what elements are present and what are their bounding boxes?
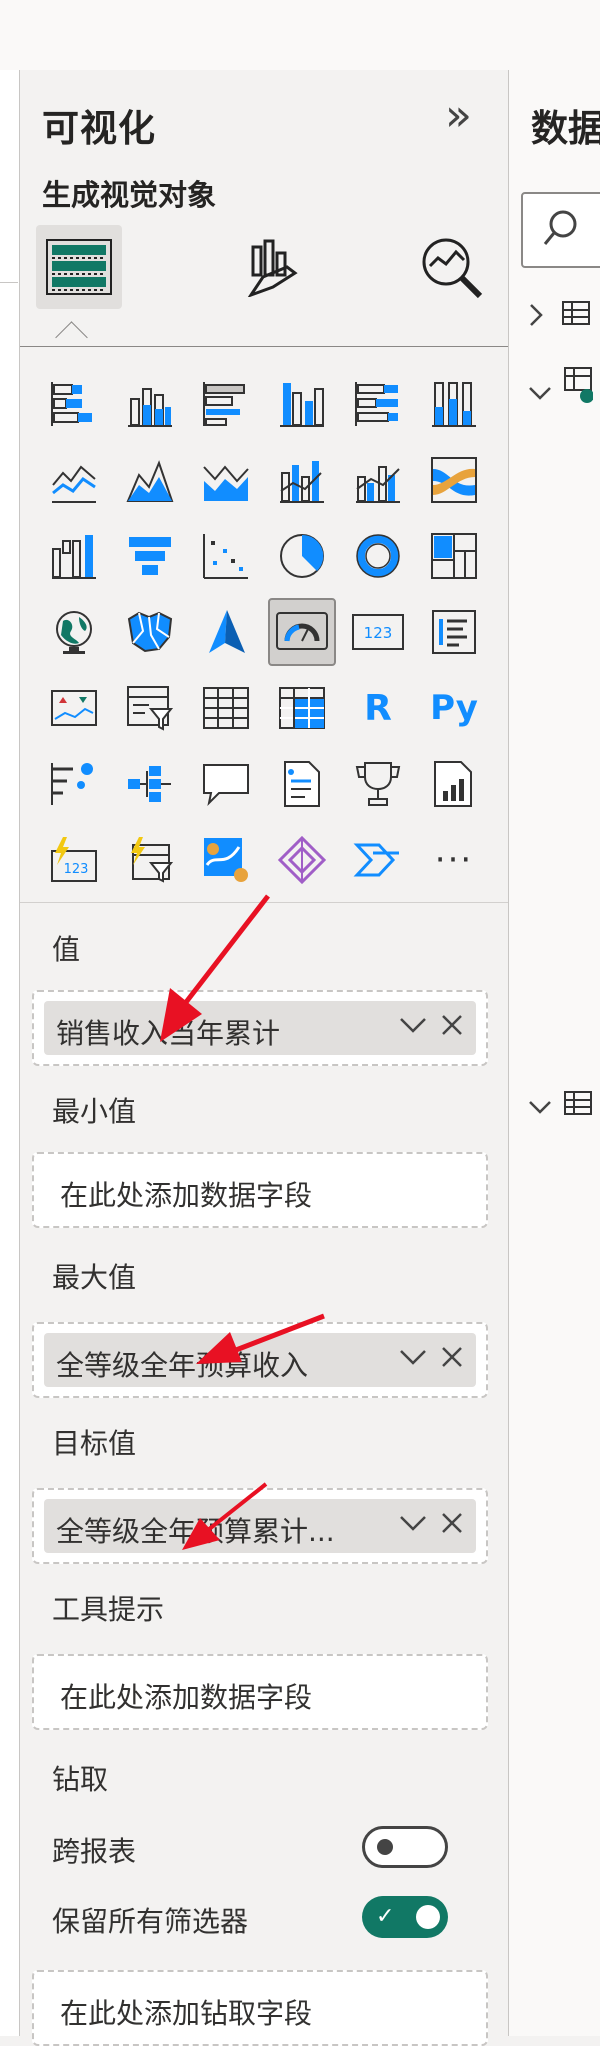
cross-report-label: 跨报表 [52,1835,137,1868]
ribbon-chart-icon[interactable] [420,446,488,514]
treemap-icon[interactable] [420,522,488,590]
collapse-pane-icon[interactable]: » [445,94,472,138]
stacked-area-chart-icon[interactable] [192,446,260,514]
table-icon [564,367,595,403]
azure-map-icon[interactable] [192,598,260,666]
key-influencers-icon[interactable] [40,750,108,818]
table-icon [564,1091,593,1115]
power-automate-icon[interactable] [344,826,412,894]
annotation-arrow-target [182,1482,268,1550]
cross-report-toggle[interactable] [362,1826,448,1868]
pane-title: 可视化 [42,107,156,150]
drill-through-label: 钻取 [52,1763,109,1796]
slicer-icon[interactable] [116,674,184,742]
tab-divider [20,346,508,347]
map-icon[interactable] [40,598,108,666]
remove-field-icon[interactable] [440,1013,464,1041]
data-pane-title: 数据 [531,107,600,150]
chevron-right-icon [530,304,543,326]
keep-all-filters-label: 保留所有筛选器 [52,1905,249,1938]
svg-text:123: 123 [64,862,89,877]
clustered-column-chart-icon[interactable] [268,370,336,438]
power-automate-slicer-icon[interactable] [116,826,184,894]
tooltip-placeholder: 在此处添加数据字段 [60,1681,313,1714]
drill-field-well[interactable]: 在此处添加钻取字段 [32,1970,488,2046]
clustered-bar-chart-icon[interactable] [192,370,260,438]
build-visual-tab-icon[interactable] [36,225,122,309]
min-value-placeholder: 在此处添加数据字段 [60,1179,313,1212]
remove-field-icon[interactable] [440,1511,464,1539]
annotation-arrow-max [196,1313,325,1364]
matrix-icon[interactable] [268,674,336,742]
chevron-down-icon [529,1101,551,1114]
scatter-chart-icon[interactable] [192,522,260,590]
tooltip-well[interactable]: 在此处添加数据字段 [32,1654,488,1730]
goals-trophy-icon[interactable] [344,750,412,818]
pane-subtitle: 生成视觉对象 [42,178,217,212]
table-icon [562,301,591,325]
arcgis-map-icon[interactable] [192,826,260,894]
line-and-clustered-column-chart-icon[interactable] [344,446,412,514]
powerapps-diamond-icon[interactable] [268,826,336,894]
python-visual-icon[interactable]: Py [420,674,488,742]
target-value-label: 目标值 [52,1427,137,1460]
table-icon[interactable] [192,674,260,742]
drill-field-placeholder: 在此处添加钻取字段 [60,1997,313,2030]
filled-map-icon[interactable] [116,598,184,666]
waterfall-chart-icon[interactable] [40,522,108,590]
chevron-down-icon [529,387,551,400]
chevron-down-icon[interactable] [398,1513,428,1537]
paginated-report-icon[interactable] [420,750,488,818]
stacked-column-chart-icon[interactable] [116,370,184,438]
keep-all-filters-toggle[interactable]: ✓ [362,1896,448,1938]
remove-field-icon[interactable] [440,1345,464,1373]
more-visuals-icon[interactable]: ··· [420,826,488,894]
data-table-row-expanded[interactable] [527,364,595,411]
card-icon[interactable]: 123 [344,598,412,666]
visualizations-pane: 可视化 » 生成视觉对象 123 R Py 123 ··· 值 最小值 在此处添… [20,70,509,2046]
data-table-row-collapsed[interactable] [527,298,591,335]
min-value-label: 最小值 [52,1095,137,1128]
multi-row-card-icon[interactable] [420,598,488,666]
top-ribbon [0,0,600,71]
max-value-label: 最大值 [52,1261,137,1294]
tab-indicator [55,321,88,354]
100-stacked-bar-chart-icon[interactable] [344,370,412,438]
line-and-stacked-column-chart-icon[interactable] [268,446,336,514]
data-pane: 数据 [509,70,600,2036]
chevron-down-icon[interactable] [398,1347,428,1371]
gauge-icon[interactable] [268,598,336,666]
data-search-input[interactable] [521,192,600,268]
stacked-bar-chart-icon[interactable] [40,370,108,438]
decomposition-tree-icon[interactable] [116,750,184,818]
value-label: 值 [52,933,81,966]
annotation-arrow-value [160,894,270,1042]
power-apps-icon[interactable]: 123 [40,826,108,894]
line-chart-icon[interactable] [40,446,108,514]
report-canvas-edge [0,70,20,2036]
pie-chart-icon[interactable] [268,522,336,590]
kpi-icon[interactable] [40,674,108,742]
area-chart-icon[interactable] [116,446,184,514]
data-table-row-expanded-2[interactable] [527,1088,593,1125]
analytics-tab-icon[interactable] [408,225,494,309]
tooltip-label: 工具提示 [52,1593,165,1626]
svg-text:123: 123 [364,624,393,642]
smart-narrative-icon[interactable] [268,750,336,818]
100-stacked-column-chart-icon[interactable] [420,370,488,438]
chevron-down-icon[interactable] [398,1015,428,1039]
search-icon [541,208,581,252]
format-visual-tab-icon[interactable] [230,225,316,309]
donut-chart-icon[interactable] [344,522,412,590]
funnel-chart-icon[interactable] [116,522,184,590]
qa-icon[interactable] [192,750,260,818]
r-script-visual-icon[interactable]: R [344,674,412,742]
min-value-well[interactable]: 在此处添加数据字段 [32,1152,488,1228]
